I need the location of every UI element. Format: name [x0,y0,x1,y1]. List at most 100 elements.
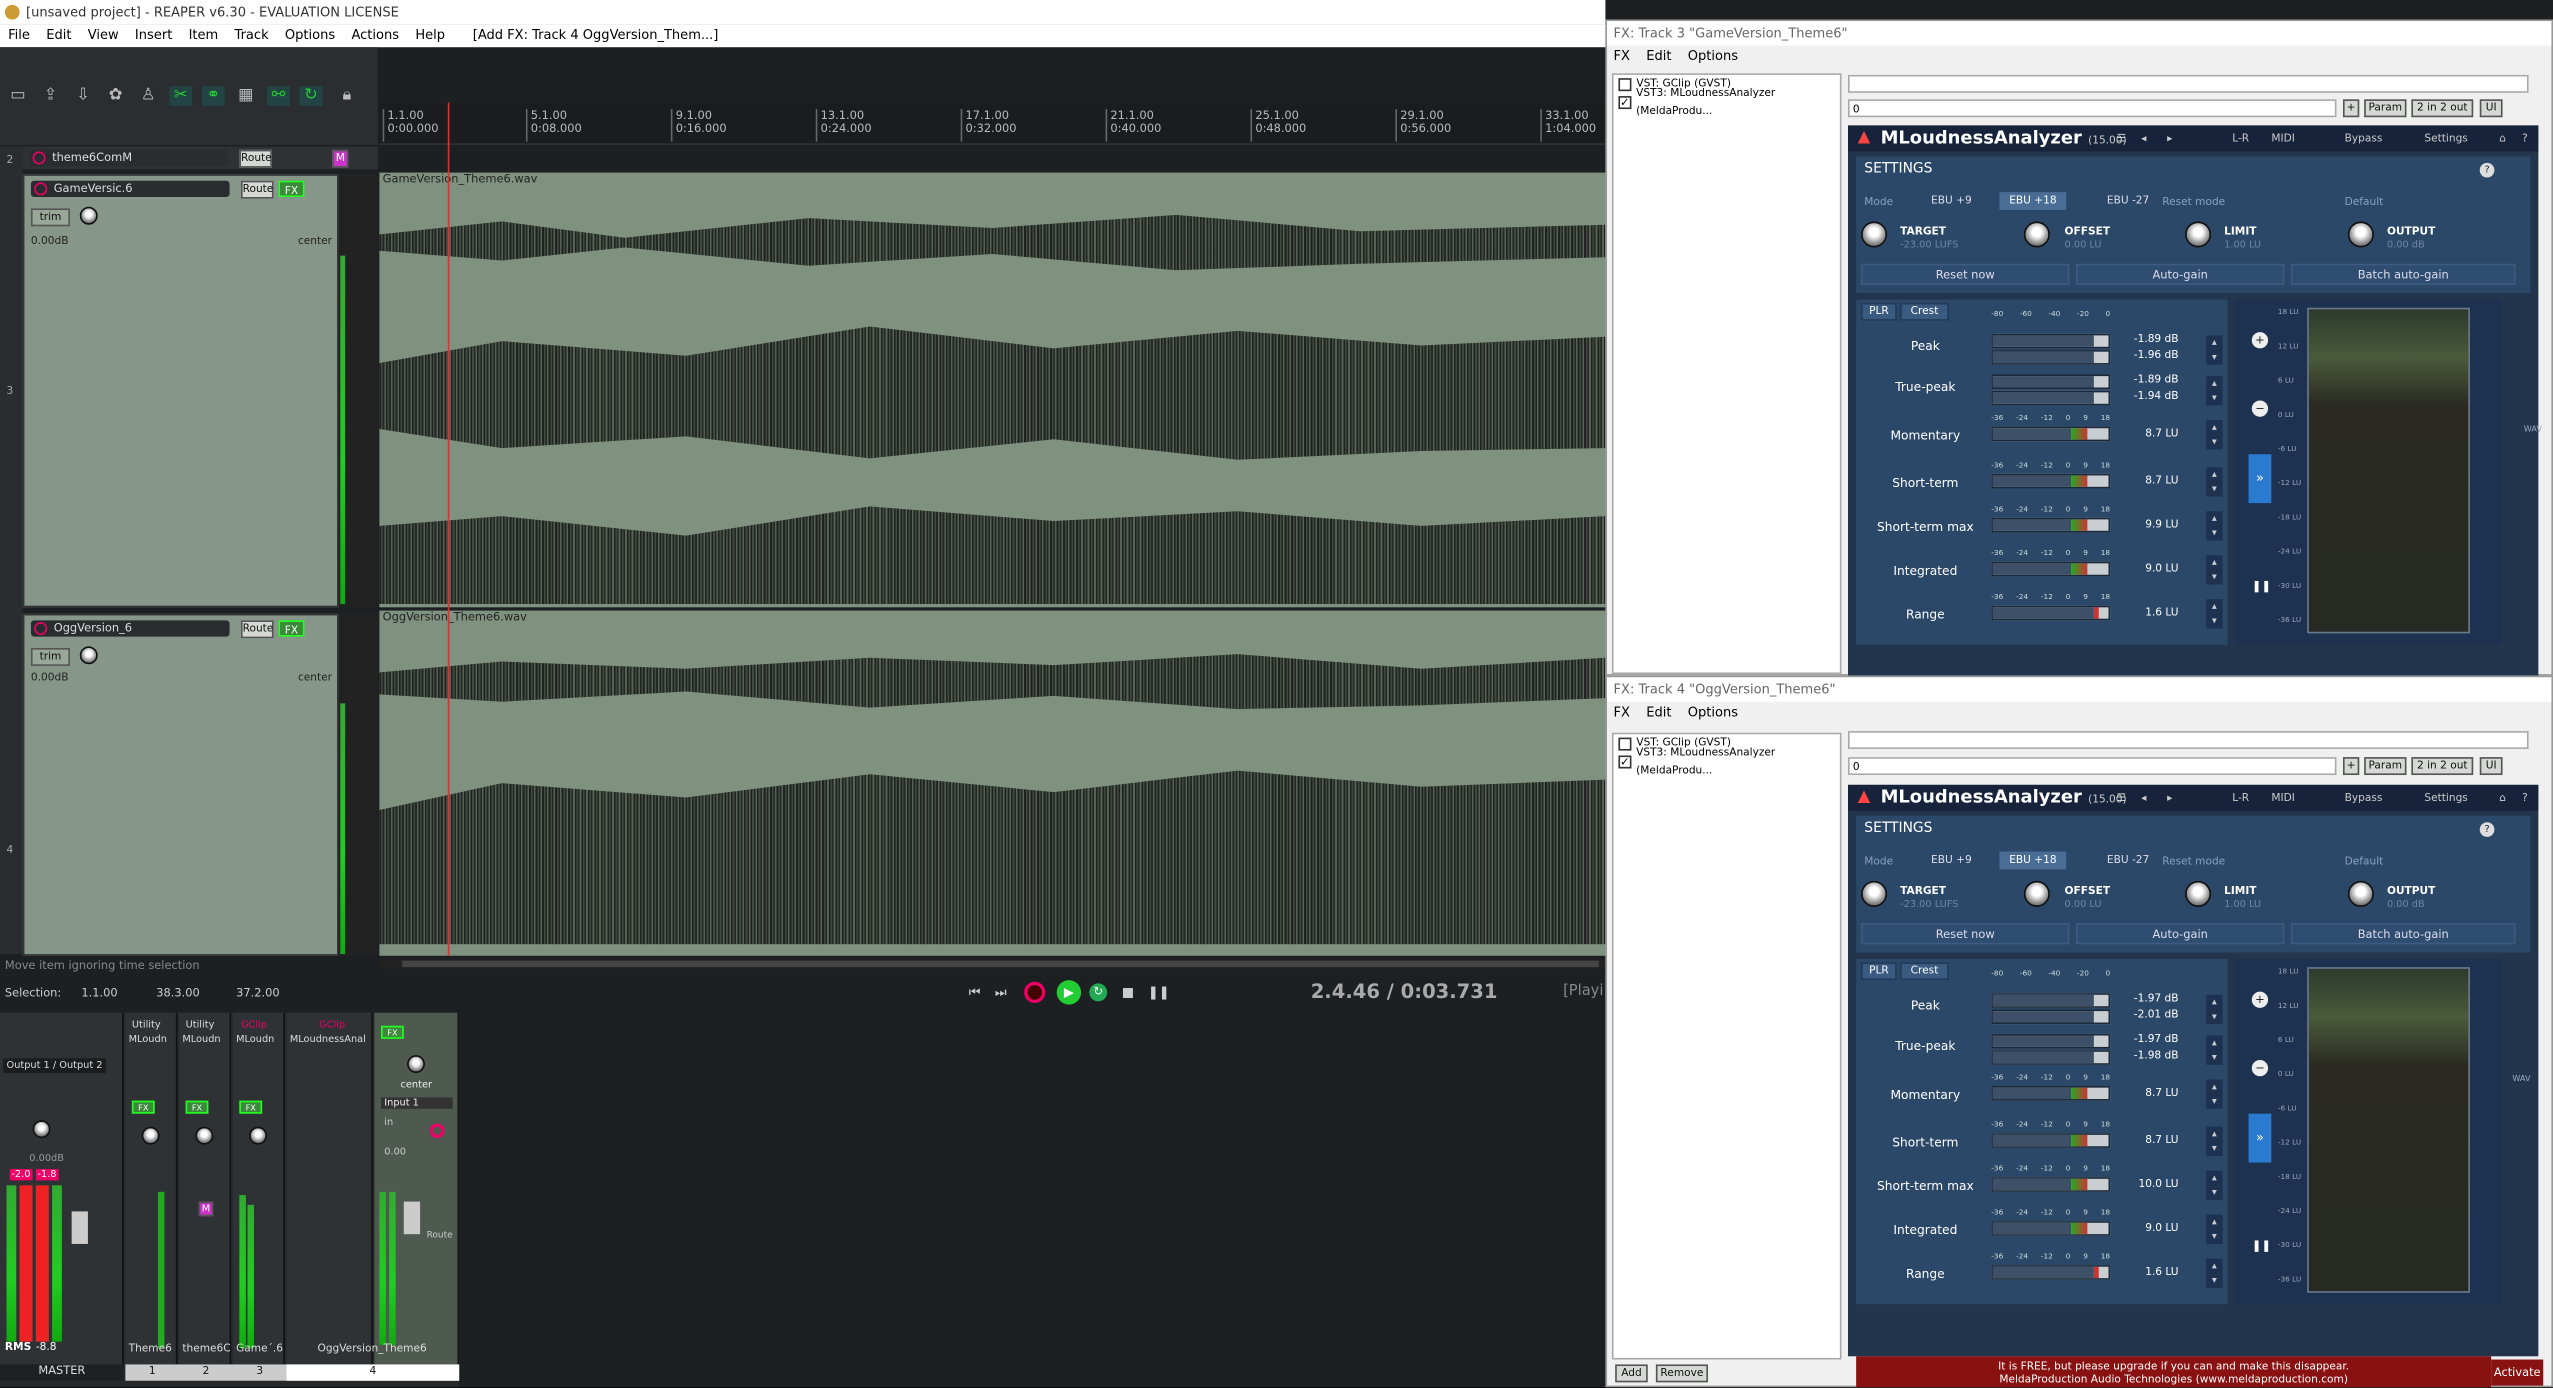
track-name-field[interactable]: OggVersion_6 [30,620,230,637]
activate-button[interactable]: Activate [2491,1359,2544,1386]
param-button[interactable]: Param [2364,99,2407,118]
fx-chain-list[interactable]: VST: GClip (GVST) ✓ VST3: MLoudnessAnalyz… [1611,73,1842,675]
track-name-field[interactable]: theme6ComM [29,149,228,167]
preset-next-icon[interactable]: ▸ [2167,132,2172,145]
input-select[interactable]: Input 1 [380,1097,453,1109]
zoom-in-icon[interactable]: + [2251,991,2269,1008]
trim-button[interactable]: trim [30,208,71,227]
open-project-icon[interactable]: ⇪ [39,86,62,106]
menu-view[interactable]: View [80,24,127,47]
lr-button[interactable]: L-R [2232,132,2249,145]
reset-now-button[interactable]: Reset now [1861,923,2070,945]
selection-length[interactable]: 37.2.00 [236,987,280,1000]
fx-chain-item[interactable]: ✓ VST3: MLoudnessAnalyzer (MeldaProdu... [1614,745,1840,776]
offset-knob[interactable] [2023,221,2050,248]
fx-enable-checkbox[interactable] [1618,736,1632,750]
crest-tab[interactable]: Crest [1900,302,1949,321]
preset-next-icon[interactable]: ▸ [2167,791,2172,804]
io-button[interactable]: 2 in 2 out [2411,757,2474,776]
settings-help-icon[interactable]: ? [2479,822,2495,837]
fx-chain-item[interactable]: ✓ VST3: MLoudnessAnalyzer (MeldaProdu... [1614,85,1840,116]
offset-knob[interactable] [2023,880,2050,907]
grid-icon[interactable]: ▦ [234,86,257,106]
save-project-icon[interactable]: ⇩ [72,86,95,106]
reset-now-button[interactable]: Reset now [1861,263,2070,285]
fast-forward-icon[interactable]: » [2248,1113,2272,1163]
bypass-button[interactable]: Bypass [2345,132,2383,145]
meter-expand-icon[interactable]: ▴ ▾ [2206,420,2223,450]
menu-edit[interactable]: Edit [38,24,80,47]
preset-prev-icon[interactable]: ◂ [2141,791,2146,804]
route-button[interactable]: Route [240,180,274,199]
io-button[interactable]: 2 in 2 out [2411,99,2474,118]
reset-mode-label[interactable]: Reset mode [2162,855,2225,868]
fx-button[interactable]: FX [278,620,305,637]
meter-expand-icon[interactable]: ▴ ▾ [2206,335,2223,365]
ui-button[interactable]: UI [2479,757,2503,776]
meter-expand-icon[interactable]: ▴ ▾ [2206,511,2223,541]
pan-knob[interactable] [249,1126,268,1145]
auto-gain-button[interactable]: Auto-gain [2075,263,2285,285]
remove-fx-button[interactable]: Remove [1655,1364,1708,1383]
pause-graph-icon[interactable]: ❚❚ [2252,580,2271,593]
fx-chain-list[interactable]: VST: GClip (GVST) ✓ VST3: MLoudnessAnalyz… [1611,732,1842,1360]
mode-ebu18[interactable]: EBU +18 [1999,851,2067,870]
lr-button[interactable]: L-R [2232,791,2249,804]
zoom-in-icon[interactable]: + [2251,332,2269,349]
menu-insert[interactable]: Insert [127,24,181,47]
batch-auto-gain-button[interactable]: Batch auto-gain [2290,263,2516,285]
fx-enable-checkbox[interactable] [1618,77,1632,91]
record-arm-icon[interactable] [34,621,48,635]
fx-menu-options[interactable]: Options [1688,702,1738,723]
meter-expand-icon[interactable]: ▴ ▾ [2206,1079,2223,1109]
output-knob[interactable] [2347,880,2374,907]
record-arm-icon[interactable] [34,182,48,196]
add-fx-button[interactable]: Add [1615,1364,1648,1383]
pan-knob[interactable] [407,1055,425,1073]
horizontal-scrollbar[interactable] [379,959,1606,969]
position-readout[interactable]: 2.4.46 / 0:03.731 [1311,980,1498,1003]
stop-icon[interactable]: ■ [1122,985,1134,1000]
mode-ebu9[interactable]: EBU +9 [1921,192,1981,210]
default-preset[interactable]: Default [2345,855,2384,868]
pan-knob[interactable] [141,1126,160,1145]
track-4-panel[interactable]: OggVersion_6 Route FX trim 0.00dB center [22,613,339,956]
settings-button[interactable]: Settings [2424,132,2467,145]
default-preset[interactable]: Default [2345,195,2384,208]
home-icon[interactable]: ⌂ [2499,132,2506,145]
limit-knob[interactable] [2185,880,2212,907]
record-arm-icon[interactable] [429,1123,445,1139]
zoom-out-icon[interactable]: − [2251,400,2269,417]
fx-menu-fx[interactable]: FX [1614,702,1630,723]
reset-mode-label[interactable]: Reset mode [2162,195,2225,208]
fx-enable-checkbox[interactable]: ✓ [1618,754,1632,768]
meter-expand-icon[interactable]: ▴ ▾ [2206,1035,2223,1065]
menu-actions[interactable]: Actions [343,24,407,47]
mode-ebu9[interactable]: EBU +9 [1921,852,1981,870]
bypass-button[interactable]: Bypass [2345,791,2383,804]
play-icon[interactable]: ▶ [1056,980,1082,1005]
meter-expand-icon[interactable]: ▴ ▾ [2206,1170,2223,1200]
preset-select[interactable]: 0 [1848,757,2337,776]
fx-button[interactable]: FX [278,180,305,198]
snap-icon[interactable]: ⚯ [267,86,290,106]
repeat-icon[interactable]: ↻ [1089,983,1108,1002]
channel-fader[interactable] [403,1201,421,1235]
loudness-history-graph[interactable]: + − » ❚❚ 18 LU 12 LU 6 LU 0 LU -6 LU -12 LU -1… [2235,959,2501,1305]
go-end-icon[interactable]: ⏭ [995,985,1007,1001]
trim-button[interactable]: trim [30,648,71,666]
batch-auto-gain-button[interactable]: Batch auto-gain [2290,923,2516,945]
menu-file[interactable]: File [0,24,38,47]
meter-expand-icon[interactable]: ▴ ▾ [2206,1258,2223,1288]
lock-icon[interactable]: 🔒︎ [335,86,358,106]
fx-button[interactable]: FX [380,1025,404,1039]
preset-name-field[interactable] [1848,731,2529,749]
preset-menu-icon[interactable]: ☰ [2117,791,2126,804]
settings-icon[interactable]: ✿ [104,86,127,106]
new-project-icon[interactable]: ▭ [7,86,30,106]
target-knob[interactable] [1861,221,1888,248]
mute-button[interactable]: M [198,1201,214,1217]
menu-options[interactable]: Options [277,24,344,47]
metronome-icon[interactable]: ♙ [137,86,160,106]
mode-ebu27[interactable]: EBU -27 [2097,192,2159,210]
